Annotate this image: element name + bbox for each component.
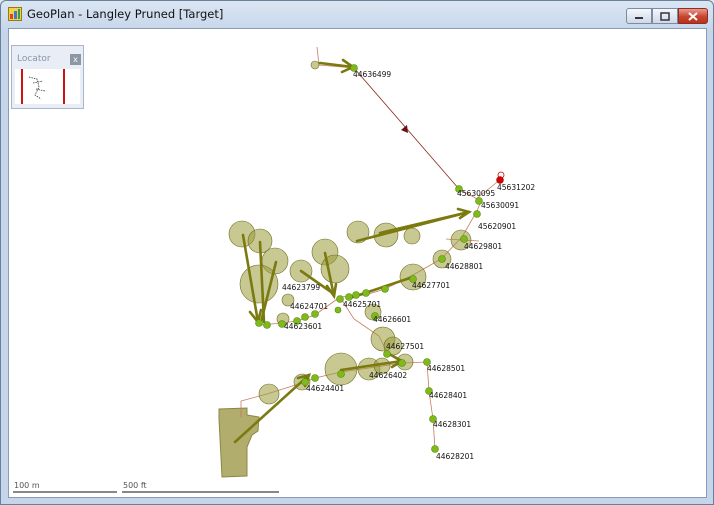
close-button[interactable] [678,8,708,24]
scale-label-metric: 100 m [14,481,40,490]
network-map[interactable]: 44636499 45631202 45630095 45630091 4562… [9,29,707,498]
locator-title: Locator [17,54,51,64]
node-label: 44636499 [353,70,391,79]
node-label: 44628501 [427,364,465,373]
node-label: 44623601 [284,322,322,331]
node-label: 45630095 [457,189,495,198]
scale-label-imperial: 500 ft [123,481,147,490]
scale-bar-metric: 100 m [13,481,117,493]
locator-panel[interactable]: Locator x [11,45,84,109]
title-bar[interactable]: GeoPlan - Langley Pruned [Target] [1,1,713,27]
node-label: 44624401 [306,384,344,393]
node-label: 44629801 [464,242,502,251]
geoplan-window: GeoPlan - Langley Pruned [Target] 446364… [0,0,714,505]
catchment-polygon[interactable] [218,407,260,478]
minimize-icon [635,17,643,19]
node-label: 44627501 [386,342,424,351]
maximize-icon [660,11,670,21]
close-icon [688,11,698,21]
node-label: 44628801 [445,262,483,271]
node-label: 44623799 [282,283,320,292]
window-title: GeoPlan - Langley Pruned [Target] [27,7,224,21]
scale-bar-imperial: 500 ft [122,481,279,493]
node-label: 45630091 [481,201,519,210]
node-label: 44627701 [412,281,450,290]
locator-overview[interactable] [15,69,80,104]
locator-close-button[interactable]: x [70,54,81,65]
node-label: 44626601 [373,315,411,324]
node-label: 44628201 [436,452,474,461]
maximize-button[interactable] [652,8,678,24]
node-label: 44624701 [290,302,328,311]
subcatchment-circles [228,60,472,405]
node-label: 44626402 [369,371,407,380]
minimize-button[interactable] [626,8,652,24]
node-label: 44628301 [433,420,471,429]
locator-overview-map [21,69,65,104]
node-label: 44628401 [429,391,467,400]
geoplan-app-icon [8,7,22,21]
map-view[interactable]: 44636499 45631202 45630095 45630091 4562… [8,28,707,498]
node-label: 45620901 [478,222,516,231]
node-label: 45631202 [497,183,535,192]
node-label: 44625701 [343,300,381,309]
